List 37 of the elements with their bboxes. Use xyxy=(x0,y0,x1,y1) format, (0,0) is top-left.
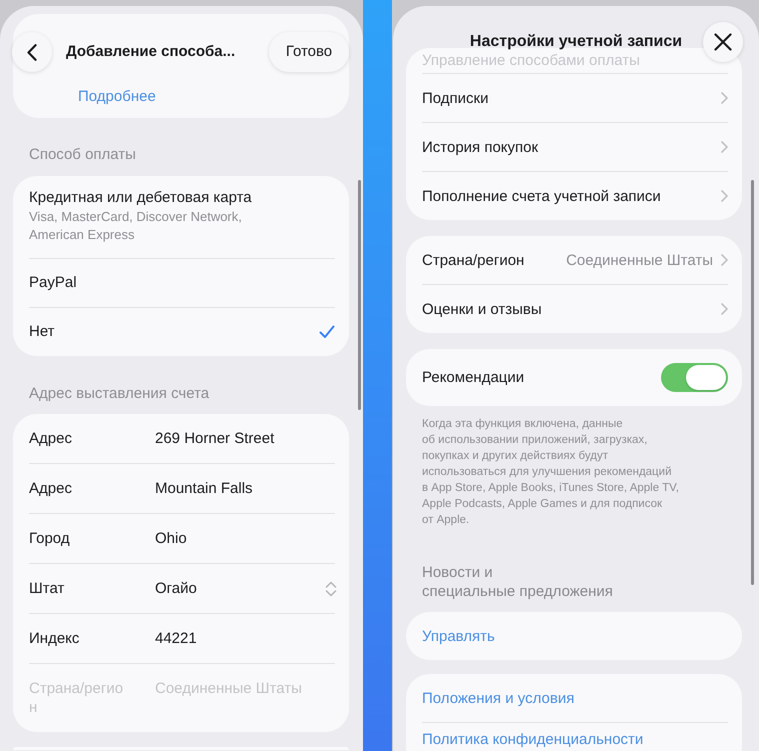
section-title: Способ оплаты xyxy=(28,146,137,164)
chevron-icon xyxy=(721,254,728,266)
chevron-icon xyxy=(721,141,728,153)
close-icon xyxy=(714,33,732,51)
close-button[interactable] xyxy=(703,22,743,62)
text-field[interactable]: Ohio xyxy=(155,529,337,548)
section-title: Новости и специальные предложения xyxy=(421,563,614,601)
toggle-label: Рекомендации xyxy=(422,368,526,387)
up-down-chevron-icon xyxy=(325,580,337,596)
payment-option[interactable]: Кредитная или дебетовая карта Visa, MasterCard, Discover Network, American Express xyxy=(13,176,349,258)
back-icon xyxy=(27,44,37,60)
footnote-text: Когда эта функция включена, данные об использовании приложений, загрузках, покупках и других действиях будут использоваться для улучшения рекомендаций в App Store, Apple Books, iTunes Store, Apple TV, Apple Podcasts, Apple Games и для подписок от Apple. xyxy=(421,417,680,528)
section-title: Адрес выставления счета xyxy=(28,385,210,403)
field-label: Адрес xyxy=(29,479,73,498)
payment-option[interactable]: Нет xyxy=(13,308,349,356)
screen-title: Добавление способа... xyxy=(66,42,236,62)
field-label: Город xyxy=(29,529,71,548)
text-field[interactable]: Mountain Falls xyxy=(155,479,337,498)
settings-row[interactable]: Страна/регион Соединенные Штаты xyxy=(406,236,742,284)
settings-row[interactable]: Оценки и отзывы xyxy=(406,285,742,333)
chevron-icon xyxy=(721,92,728,104)
settings-row[interactable]: Подписки xyxy=(406,74,742,122)
text-field[interactable]: 269 Horner Street xyxy=(155,429,337,448)
payment-option[interactable]: PayPal xyxy=(13,259,349,307)
settings-row[interactable]: История покупок xyxy=(406,123,742,171)
checkmark-icon xyxy=(319,325,335,339)
field-label: Адрес xyxy=(29,429,73,448)
done-button[interactable]: Готово xyxy=(269,32,349,72)
field-label: Штат xyxy=(29,579,66,598)
field-label: Индекс xyxy=(29,629,80,648)
settings-row[interactable]: Пополнение счета учетной записи xyxy=(406,172,742,220)
chevron-icon xyxy=(721,303,728,315)
toggle-switch[interactable] xyxy=(661,363,728,392)
text-field[interactable]: 44221 xyxy=(155,629,337,648)
screen-title: Настройки учетной записи xyxy=(470,33,682,51)
chevron-icon xyxy=(721,190,728,202)
picker-field[interactable]: Огайо xyxy=(155,579,337,598)
